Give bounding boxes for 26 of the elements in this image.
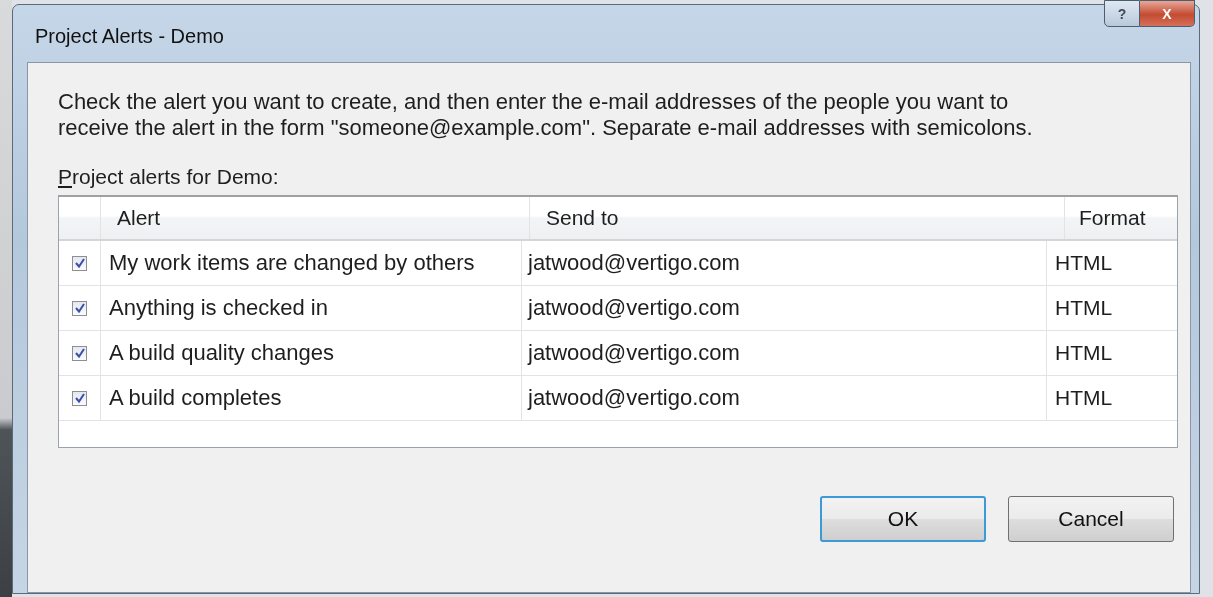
table-label: Project alerts for Demo: (58, 165, 280, 190)
checkbox[interactable] (72, 345, 87, 361)
column-header[interactable]: Format (1065, 197, 1177, 239)
close-button[interactable]: X (1140, 0, 1195, 27)
cancel-button[interactable]: Cancel (1008, 496, 1174, 542)
ok-button[interactable]: OK (820, 496, 986, 542)
table-cell: jatwood@vertigo.com (522, 286, 1047, 330)
table-cell-text: HTML (1054, 385, 1114, 411)
table-cell-text: HTML (1054, 250, 1114, 276)
window-title: Project Alerts - Demo (35, 25, 224, 48)
column-header[interactable]: Alert (101, 197, 530, 239)
table-cell: My work items are changed by others (101, 241, 522, 285)
column-header[interactable]: Send to (530, 197, 1065, 239)
table-cell: Anything is checked in (101, 286, 522, 330)
table-cell-text: HTML (1054, 295, 1114, 321)
instruction-text: Check the alert you want to create, and then enter the e-mail addresses of the people you want to receive the alert in the form "someone@example.com". Separate e-mail addresses with semicolons. (58, 89, 1034, 141)
table-cell: jatwood@vertigo.com (522, 331, 1047, 375)
table-cell: jatwood@vertigo.com (522, 376, 1047, 420)
table-cell: A build completes (101, 376, 522, 420)
table-cell: A build quality changes (101, 331, 522, 375)
help-button[interactable]: ? (1104, 0, 1140, 27)
checkbox[interactable] (72, 300, 87, 316)
table-cell-text: HTML (1054, 340, 1114, 366)
checkbox[interactable] (72, 390, 87, 406)
checkbox[interactable] (72, 255, 87, 271)
table-cell: jatwood@vertigo.com (522, 241, 1047, 285)
